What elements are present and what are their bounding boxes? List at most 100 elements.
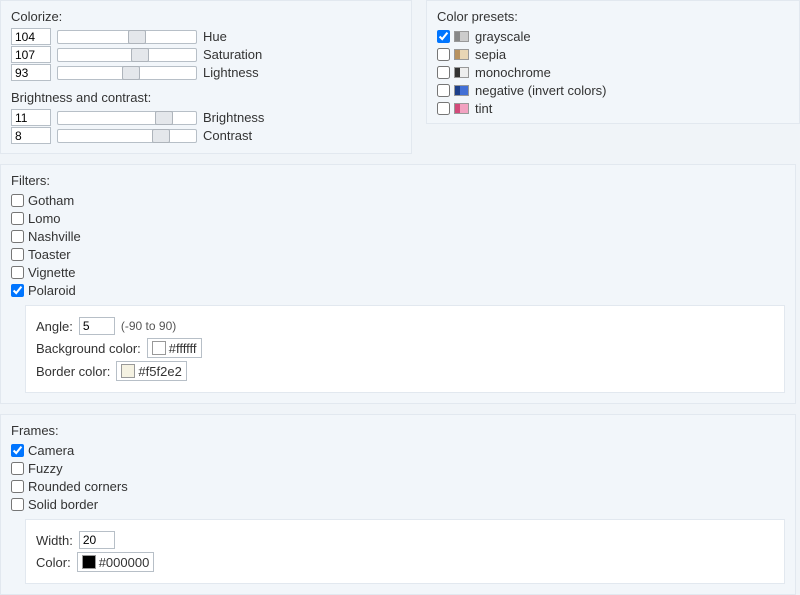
color-presets-title: Color presets: (437, 9, 789, 24)
preset-monochrome-checkbox[interactable] (437, 66, 450, 79)
filter-toaster: Toaster (11, 246, 785, 263)
brightness-slider[interactable] (57, 111, 197, 125)
filter-polaroid-checkbox[interactable] (11, 284, 24, 297)
frame-solid-label: Solid border (28, 496, 98, 513)
contrast-row: Contrast (11, 127, 401, 144)
lightness-row: Lightness (11, 64, 401, 81)
filter-lomo-checkbox[interactable] (11, 212, 24, 225)
polaroid-angle-row: Angle: (-90 to 90) (36, 317, 774, 335)
filter-gotham-label: Gotham (28, 192, 74, 209)
hue-label: Hue (203, 29, 227, 44)
brightness-row: Brightness (11, 109, 401, 126)
filter-nashville-label: Nashville (28, 228, 81, 245)
filter-nashville: Nashville (11, 228, 785, 245)
camera-color-value: #000000 (99, 555, 150, 570)
frames-title: Frames: (11, 423, 785, 438)
polaroid-bg-label: Background color: (36, 341, 141, 356)
hue-row: Hue (11, 28, 401, 45)
hue-slider[interactable] (57, 30, 197, 44)
polaroid-border-value: #f5f2e2 (138, 364, 181, 379)
color-presets-panel: Color presets: grayscale sepia monochrom… (426, 0, 800, 124)
contrast-input[interactable] (11, 127, 51, 144)
preset-monochrome: monochrome (437, 64, 789, 81)
saturation-row: Saturation (11, 46, 401, 63)
grayscale-icon (454, 31, 469, 42)
preset-tint: tint (437, 100, 789, 117)
hue-input[interactable] (11, 28, 51, 45)
preset-sepia: sepia (437, 46, 789, 63)
brightness-input[interactable] (11, 109, 51, 126)
polaroid-bg-value: #ffffff (169, 341, 197, 356)
colorize-title: Colorize: (11, 9, 401, 24)
frame-camera: Camera (11, 442, 785, 459)
preset-grayscale-label: grayscale (475, 28, 531, 45)
lightness-input[interactable] (11, 64, 51, 81)
polaroid-angle-label: Angle: (36, 319, 73, 334)
frame-solid-checkbox[interactable] (11, 498, 24, 511)
camera-color-row: Color: #000000 (36, 552, 774, 572)
camera-options: Width: Color: #000000 (25, 519, 785, 584)
camera-width-input[interactable] (79, 531, 115, 549)
swatch-icon (121, 364, 135, 378)
frame-solid: Solid border (11, 496, 785, 513)
frame-rounded: Rounded corners (11, 478, 785, 495)
preset-sepia-label: sepia (475, 46, 506, 63)
swatch-icon (82, 555, 96, 569)
camera-width-label: Width: (36, 533, 73, 548)
filter-gotham-checkbox[interactable] (11, 194, 24, 207)
colorize-panel: Colorize: Hue Saturation Lightness Brigh… (0, 0, 412, 154)
filter-nashville-checkbox[interactable] (11, 230, 24, 243)
camera-width-row: Width: (36, 531, 774, 549)
polaroid-angle-input[interactable] (79, 317, 115, 335)
lightness-slider[interactable] (57, 66, 197, 80)
polaroid-angle-hint: (-90 to 90) (121, 319, 176, 333)
preset-tint-label: tint (475, 100, 492, 117)
contrast-slider[interactable] (57, 129, 197, 143)
lightness-label: Lightness (203, 65, 259, 80)
polaroid-border-picker[interactable]: #f5f2e2 (116, 361, 186, 381)
filter-gotham: Gotham (11, 192, 785, 209)
frame-rounded-label: Rounded corners (28, 478, 128, 495)
filter-toaster-checkbox[interactable] (11, 248, 24, 261)
brightness-label: Brightness (203, 110, 264, 125)
filter-vignette: Vignette (11, 264, 785, 281)
polaroid-border-row: Border color: #f5f2e2 (36, 361, 774, 381)
frame-fuzzy-checkbox[interactable] (11, 462, 24, 475)
polaroid-bg-row: Background color: #ffffff (36, 338, 774, 358)
filter-polaroid-label: Polaroid (28, 282, 76, 299)
brightness-contrast-title: Brightness and contrast: (11, 90, 401, 105)
contrast-label: Contrast (203, 128, 252, 143)
frame-fuzzy: Fuzzy (11, 460, 785, 477)
saturation-label: Saturation (203, 47, 262, 62)
preset-monochrome-label: monochrome (475, 64, 551, 81)
filter-lomo: Lomo (11, 210, 785, 227)
frame-fuzzy-label: Fuzzy (28, 460, 63, 477)
saturation-input[interactable] (11, 46, 51, 63)
camera-color-picker[interactable]: #000000 (77, 552, 155, 572)
monochrome-icon (454, 67, 469, 78)
preset-negative-label: negative (invert colors) (475, 82, 607, 99)
preset-sepia-checkbox[interactable] (437, 48, 450, 61)
preset-grayscale-checkbox[interactable] (437, 30, 450, 43)
preset-negative: negative (invert colors) (437, 82, 789, 99)
filters-panel: Filters: Gotham Lomo Nashville Toaster V… (0, 164, 796, 404)
filter-polaroid: Polaroid (11, 282, 785, 299)
filter-vignette-label: Vignette (28, 264, 75, 281)
polaroid-border-label: Border color: (36, 364, 110, 379)
polaroid-options: Angle: (-90 to 90) Background color: #ff… (25, 305, 785, 393)
polaroid-bg-picker[interactable]: #ffffff (147, 338, 202, 358)
saturation-slider[interactable] (57, 48, 197, 62)
tint-icon (454, 103, 469, 114)
negative-icon (454, 85, 469, 96)
preset-negative-checkbox[interactable] (437, 84, 450, 97)
filter-lomo-label: Lomo (28, 210, 61, 227)
frame-camera-label: Camera (28, 442, 74, 459)
filter-toaster-label: Toaster (28, 246, 71, 263)
preset-tint-checkbox[interactable] (437, 102, 450, 115)
frame-camera-checkbox[interactable] (11, 444, 24, 457)
frame-rounded-checkbox[interactable] (11, 480, 24, 493)
swatch-icon (152, 341, 166, 355)
filter-vignette-checkbox[interactable] (11, 266, 24, 279)
preset-grayscale: grayscale (437, 28, 789, 45)
sepia-icon (454, 49, 469, 60)
